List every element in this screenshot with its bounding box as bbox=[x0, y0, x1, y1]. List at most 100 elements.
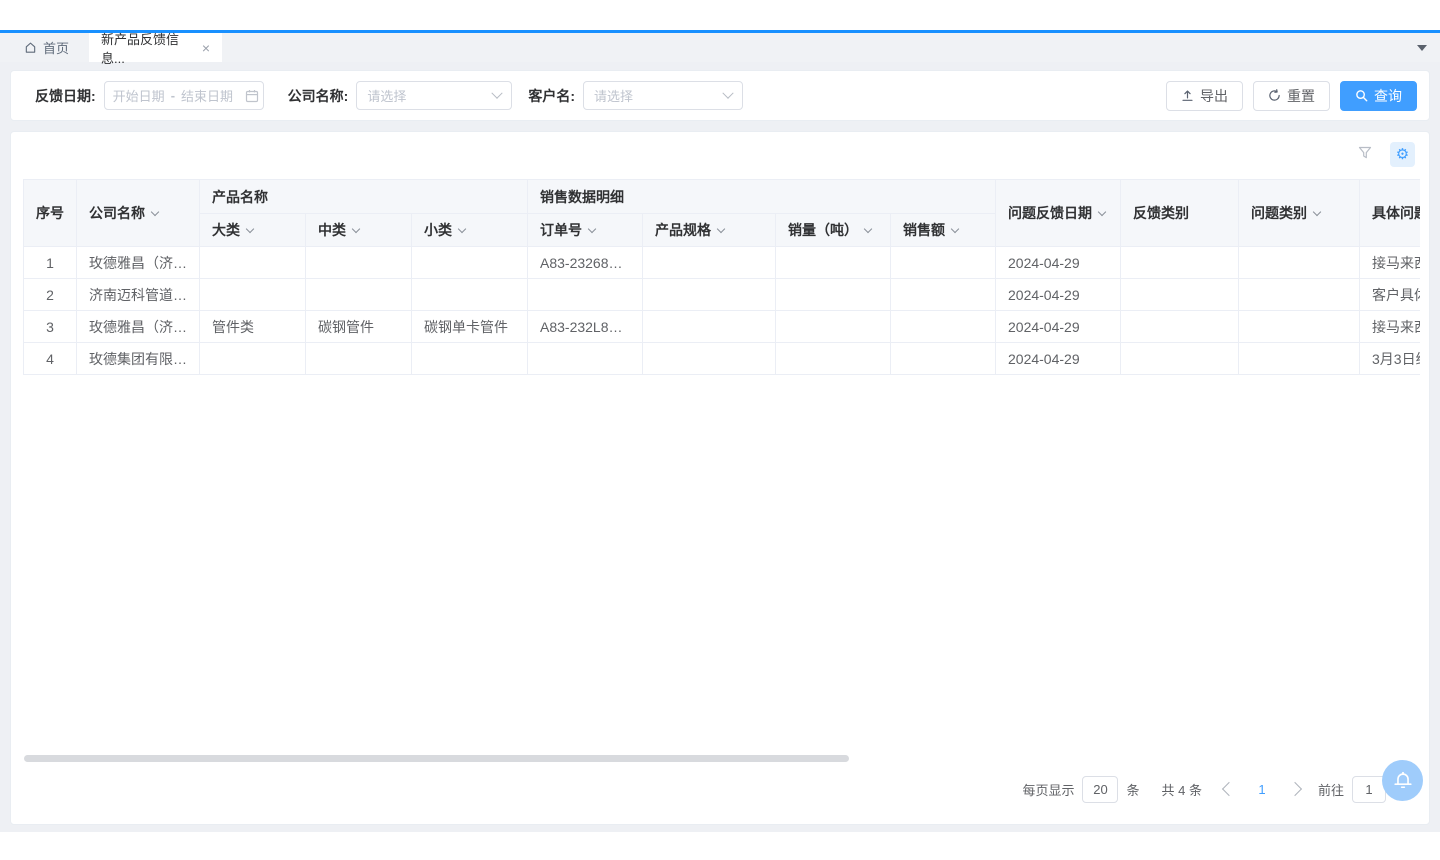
group-header-sales-detail: 销售数据明细 bbox=[528, 180, 996, 214]
cell-issue-type bbox=[1239, 311, 1360, 343]
cell-order-no bbox=[528, 279, 643, 311]
home-icon bbox=[24, 41, 37, 54]
cell-issue-detail: 接马来西亚 bbox=[1360, 247, 1421, 279]
sort-caret-icon[interactable] bbox=[588, 225, 596, 233]
filter-funnel-icon[interactable] bbox=[1357, 145, 1373, 161]
refresh-icon bbox=[1268, 89, 1281, 102]
goto-page-input[interactable] bbox=[1352, 776, 1386, 803]
cell-spec bbox=[643, 343, 776, 375]
cell-cat-major bbox=[200, 247, 306, 279]
col-header-order-no[interactable]: 订单号 bbox=[528, 214, 643, 247]
col-header-seq: 序号 bbox=[24, 180, 77, 247]
cell-issue-type bbox=[1239, 247, 1360, 279]
cell-volume bbox=[776, 279, 891, 311]
col-header-amount[interactable]: 销售额 bbox=[891, 214, 996, 247]
app-background: 首页 新产品反馈信息... × 反馈日期: 开始日期 - 结束日期 公司名称: … bbox=[0, 33, 1440, 832]
per-page-label: 每页显示 bbox=[1022, 780, 1074, 799]
close-icon[interactable]: × bbox=[202, 41, 210, 55]
sort-caret-icon[interactable] bbox=[352, 225, 360, 233]
sort-caret-icon[interactable] bbox=[864, 225, 872, 233]
goto-label: 前往 bbox=[1318, 780, 1344, 799]
cell-spec bbox=[643, 247, 776, 279]
tab-active-feedback[interactable]: 新产品反馈信息... × bbox=[89, 33, 222, 62]
export-button[interactable]: 导出 bbox=[1166, 81, 1243, 111]
cell-seq: 3 bbox=[24, 311, 77, 343]
company-name-select[interactable]: 请选择 bbox=[356, 81, 512, 110]
cell-feedback-type bbox=[1121, 343, 1239, 375]
sort-caret-icon[interactable] bbox=[151, 208, 159, 216]
cell-order-no bbox=[528, 343, 643, 375]
cell-amount bbox=[891, 279, 996, 311]
sort-caret-icon[interactable] bbox=[951, 225, 959, 233]
date-start-placeholder: 开始日期 bbox=[113, 86, 165, 105]
bell-icon bbox=[1392, 770, 1414, 792]
table-row: 3 玫德雅昌（济南... 管件类 碳钢管件 碳钢单卡管件 A83-232L852… bbox=[24, 311, 1421, 343]
pagination: 每页显示 条 共 4 条 1 前往 页 bbox=[1022, 774, 1407, 804]
cell-seq: 4 bbox=[24, 343, 77, 375]
cell-order-no: A83-232L852A bbox=[528, 311, 643, 343]
cell-order-no: A83-2326860... bbox=[528, 247, 643, 279]
sort-caret-icon[interactable] bbox=[458, 225, 466, 233]
search-button[interactable]: 查询 bbox=[1340, 81, 1417, 111]
tab-list-caret-icon[interactable] bbox=[1417, 45, 1427, 51]
col-header-spec[interactable]: 产品规格 bbox=[643, 214, 776, 247]
cell-cat-mid bbox=[306, 279, 412, 311]
search-icon bbox=[1355, 89, 1368, 102]
sort-caret-icon[interactable] bbox=[717, 225, 725, 233]
col-header-volume[interactable]: 销量（吨） bbox=[776, 214, 891, 247]
feedback-table: 序号 公司名称 产品名称 销售数据明细 问题反馈日期 反馈类别 问题类别 具体问… bbox=[23, 179, 1420, 375]
cell-feedback-date: 2024-04-29 bbox=[996, 311, 1121, 343]
cell-issue-type bbox=[1239, 279, 1360, 311]
cell-cat-minor bbox=[412, 343, 528, 375]
col-header-issue-type[interactable]: 问题类别 bbox=[1239, 180, 1360, 247]
export-label: 导出 bbox=[1200, 86, 1228, 106]
cell-company: 济南迈科管道科... bbox=[77, 279, 200, 311]
cell-feedback-type bbox=[1121, 247, 1239, 279]
prev-page-icon[interactable] bbox=[1222, 782, 1236, 796]
col-header-feedback-date[interactable]: 问题反馈日期 bbox=[996, 180, 1121, 247]
cell-volume bbox=[776, 247, 891, 279]
cell-volume bbox=[776, 311, 891, 343]
per-page-input[interactable] bbox=[1082, 776, 1118, 803]
date-end-placeholder: 结束日期 bbox=[181, 86, 233, 105]
cell-company: 玫德雅昌（济南... bbox=[77, 247, 200, 279]
col-header-cat-major[interactable]: 大类 bbox=[200, 214, 306, 247]
cell-spec bbox=[643, 279, 776, 311]
col-header-cat-mid[interactable]: 中类 bbox=[306, 214, 412, 247]
calendar-icon bbox=[245, 89, 259, 103]
notification-bell-button[interactable] bbox=[1382, 760, 1423, 801]
cell-amount bbox=[891, 343, 996, 375]
feedback-date-range-input[interactable]: 开始日期 - 结束日期 bbox=[104, 81, 264, 110]
cell-cat-minor bbox=[412, 247, 528, 279]
cell-company: 玫德集团有限公司 bbox=[77, 343, 200, 375]
sort-caret-icon[interactable] bbox=[1313, 208, 1321, 216]
cell-cat-minor bbox=[412, 279, 528, 311]
table-row: 1 玫德雅昌（济南... A83-2326860... 2024-04-29 接… bbox=[24, 247, 1421, 279]
reset-button[interactable]: 重置 bbox=[1253, 81, 1330, 111]
cell-seq: 2 bbox=[24, 279, 77, 311]
chevron-down-icon bbox=[492, 87, 503, 98]
cell-volume bbox=[776, 343, 891, 375]
col-header-company[interactable]: 公司名称 bbox=[77, 180, 200, 247]
tab-active-label: 新产品反馈信息... bbox=[101, 29, 202, 67]
cell-cat-mid: 碳钢管件 bbox=[306, 311, 412, 343]
group-header-product-name: 产品名称 bbox=[200, 180, 528, 214]
cell-issue-detail: 客户具体 bbox=[1360, 279, 1421, 311]
sort-caret-icon[interactable] bbox=[1098, 208, 1106, 216]
cell-feedback-type bbox=[1121, 311, 1239, 343]
cell-amount bbox=[891, 311, 996, 343]
tab-home[interactable]: 首页 bbox=[24, 33, 69, 62]
cell-feedback-date: 2024-04-29 bbox=[996, 247, 1121, 279]
col-header-cat-minor[interactable]: 小类 bbox=[412, 214, 528, 247]
company-name-label: 公司名称: bbox=[288, 86, 349, 106]
horizontal-scrollbar[interactable] bbox=[24, 755, 849, 762]
current-page[interactable]: 1 bbox=[1248, 782, 1276, 797]
gear-icon[interactable]: ⚙ bbox=[1390, 142, 1415, 167]
sort-caret-icon[interactable] bbox=[246, 225, 254, 233]
customer-select-placeholder: 请选择 bbox=[594, 86, 633, 105]
cell-cat-major bbox=[200, 343, 306, 375]
next-page-icon[interactable] bbox=[1288, 782, 1302, 796]
filter-panel: 反馈日期: 开始日期 - 结束日期 公司名称: 请选择 客户名: 请选择 导出 bbox=[10, 70, 1430, 121]
customer-name-select[interactable]: 请选择 bbox=[583, 81, 743, 110]
feedback-date-label: 反馈日期: bbox=[35, 86, 96, 106]
